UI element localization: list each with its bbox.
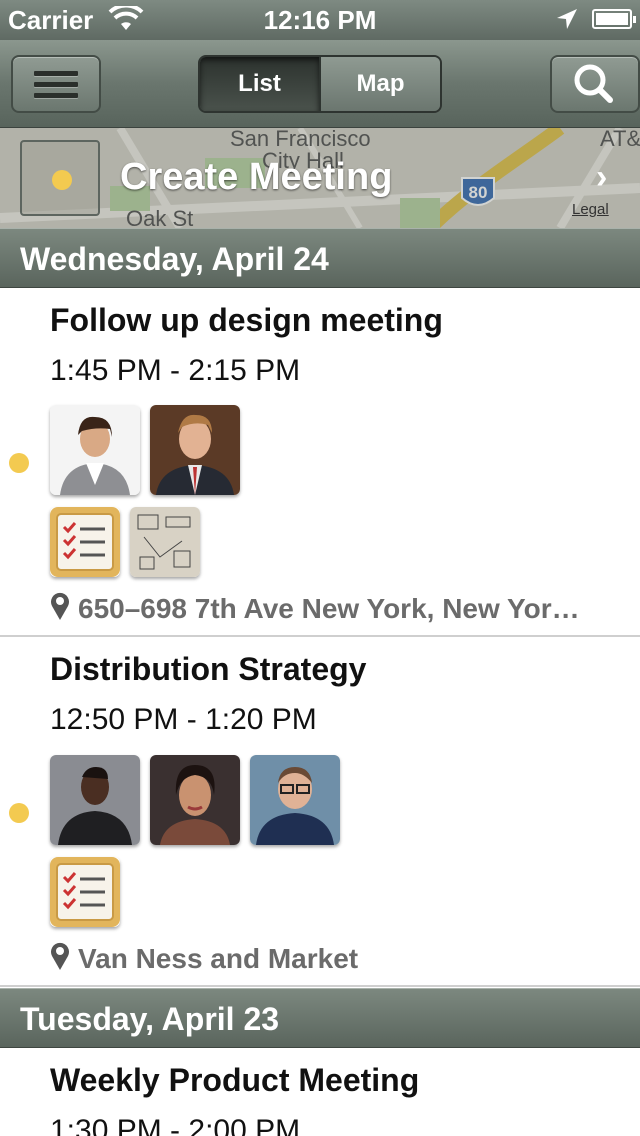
attendee-avatar[interactable] — [50, 405, 140, 495]
whiteboard-photo[interactable] — [130, 507, 200, 577]
search-button[interactable] — [550, 55, 640, 113]
attendee-avatar[interactable] — [150, 755, 240, 845]
navigation-bar: List Map — [0, 40, 640, 128]
list-map-segmented-control: List Map — [198, 55, 442, 113]
checklist-icon[interactable] — [50, 857, 120, 927]
location-arrow-icon — [555, 7, 579, 38]
status-bar: Carrier 12:16 PM — [0, 0, 640, 40]
create-meeting-label: Create Meeting — [120, 156, 393, 198]
meeting-location: 650–698 7th Ave New York, New Yor… — [50, 592, 580, 627]
meeting-time: 1:45 PM - 2:15 PM — [50, 354, 301, 387]
create-meeting-icon — [20, 140, 100, 216]
attendee-avatar[interactable] — [150, 405, 240, 495]
attendee-avatar[interactable] — [250, 755, 340, 845]
location-text: Van Ness and Market — [78, 943, 359, 974]
create-meeting-row[interactable]: 80 San Francisco City Hall Oak St AT& Cr… — [0, 128, 640, 228]
checklist-icon[interactable] — [50, 507, 120, 577]
search-icon — [574, 64, 613, 103]
meeting-row[interactable]: Weekly Product Meeting 1:30 PM - 2:00 PM — [0, 1048, 640, 1136]
map-legal-link[interactable]: Legal — [572, 201, 609, 218]
status-time: 12:16 PM — [263, 5, 377, 35]
meeting-location: Van Ness and Market — [50, 942, 358, 977]
location-text: 650–698 7th Ave New York, New Yor… — [78, 593, 580, 624]
map-segment[interactable]: Map — [319, 57, 440, 111]
meeting-time: 12:50 PM - 1:20 PM — [50, 703, 317, 736]
battery-icon — [592, 9, 636, 29]
meeting-title: Weekly Product Meeting — [50, 1062, 420, 1098]
location-pin-icon — [50, 592, 70, 627]
meeting-title: Follow up design meeting — [50, 302, 443, 338]
attendee-avatar[interactable] — [50, 755, 140, 845]
menu-button[interactable] — [11, 55, 101, 113]
location-pin-icon — [50, 942, 70, 977]
meeting-row[interactable]: Distribution Strategy 12:50 PM - 1:20 PM… — [0, 637, 640, 987]
meeting-status-dot — [9, 453, 29, 473]
hamburger-icon — [34, 71, 78, 104]
chevron-right-icon: › — [596, 158, 608, 196]
section-header-date: Tuesday, April 23 — [0, 988, 640, 1048]
section-header-date: Wednesday, April 24 — [0, 228, 640, 288]
meeting-title: Distribution Strategy — [50, 651, 367, 687]
meeting-status-dot — [9, 803, 29, 823]
meeting-row[interactable]: Follow up design meeting 1:45 PM - 2:15 … — [0, 288, 640, 637]
meeting-time: 1:30 PM - 2:00 PM — [50, 1114, 301, 1136]
list-segment[interactable]: List — [200, 57, 319, 111]
